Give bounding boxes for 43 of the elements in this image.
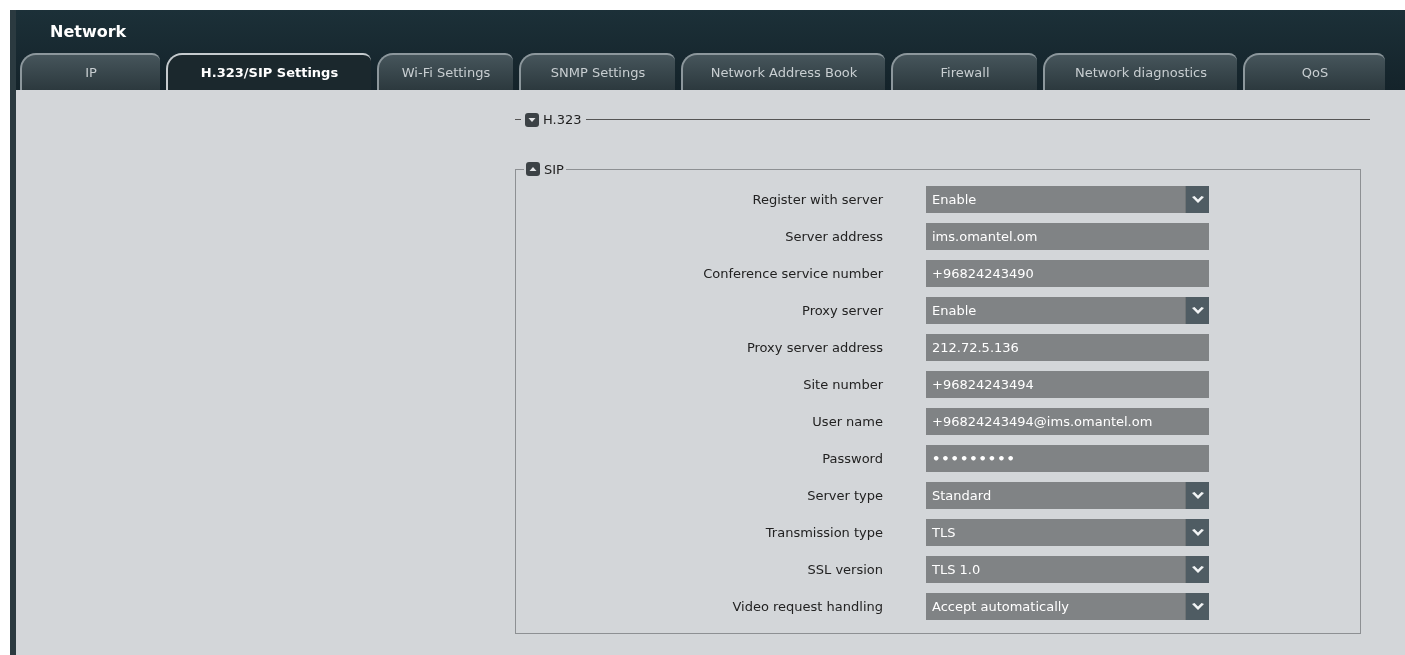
- input-field[interactable]: ims.omantel.om: [926, 223, 1209, 250]
- tab[interactable]: Firewall: [891, 53, 1037, 90]
- input-field[interactable]: +96824243490: [926, 260, 1209, 287]
- chevron-down-icon: [1190, 527, 1205, 538]
- window-title: Network: [50, 21, 127, 43]
- dropdown[interactable]: Standard: [926, 482, 1209, 509]
- chevron-down-icon: [1190, 194, 1205, 205]
- chevron-down-icon: [1190, 490, 1205, 501]
- field-label: Conference service number: [702, 264, 883, 283]
- field-label: Proxy server: [801, 301, 883, 320]
- section-title: SIP: [544, 160, 564, 179]
- dropdown[interactable]: TLS: [926, 519, 1209, 546]
- field-label: Transmission type: [764, 523, 883, 542]
- field-label: Proxy server address: [745, 338, 883, 357]
- tab[interactable]: H.323/SIP Settings: [166, 53, 371, 90]
- field-label: Site number: [802, 375, 883, 394]
- dropdown[interactable]: Enable: [926, 297, 1209, 324]
- expand-icon[interactable]: [525, 112, 539, 127]
- field-label: Server type: [806, 486, 883, 505]
- tab[interactable]: Network Address Book: [681, 53, 885, 90]
- field-label: Video request handling: [731, 597, 883, 616]
- chevron-down-icon: [1190, 564, 1205, 575]
- field-label: SSL version: [806, 560, 883, 579]
- tab[interactable]: Network diagnostics: [1043, 53, 1237, 90]
- section-title: H.323: [543, 111, 582, 129]
- collapse-icon[interactable]: [526, 162, 540, 177]
- field-label: User name: [811, 412, 883, 431]
- tab[interactable]: SNMP Settings: [519, 53, 675, 90]
- tab[interactable]: IP: [20, 53, 160, 90]
- dropdown[interactable]: TLS 1.0: [926, 556, 1209, 583]
- input-field[interactable]: +96824243494: [926, 371, 1209, 398]
- tab[interactable]: Wi-Fi Settings: [377, 53, 513, 90]
- chevron-down-icon: [1190, 305, 1205, 316]
- field-label: Server address: [784, 227, 883, 246]
- field-label: Password: [821, 449, 883, 468]
- chevron-down-icon: [1190, 601, 1205, 612]
- dropdown[interactable]: Enable: [926, 186, 1209, 213]
- input-field[interactable]: 212.72.5.136: [926, 334, 1209, 361]
- input-field[interactable]: +96824243494@ims.omantel.om: [926, 408, 1209, 435]
- tab[interactable]: QoS: [1243, 53, 1385, 90]
- dropdown[interactable]: Accept automatically: [926, 593, 1209, 620]
- password-field[interactable]: •••••••••: [926, 445, 1209, 472]
- field-label: Register with server: [751, 190, 883, 209]
